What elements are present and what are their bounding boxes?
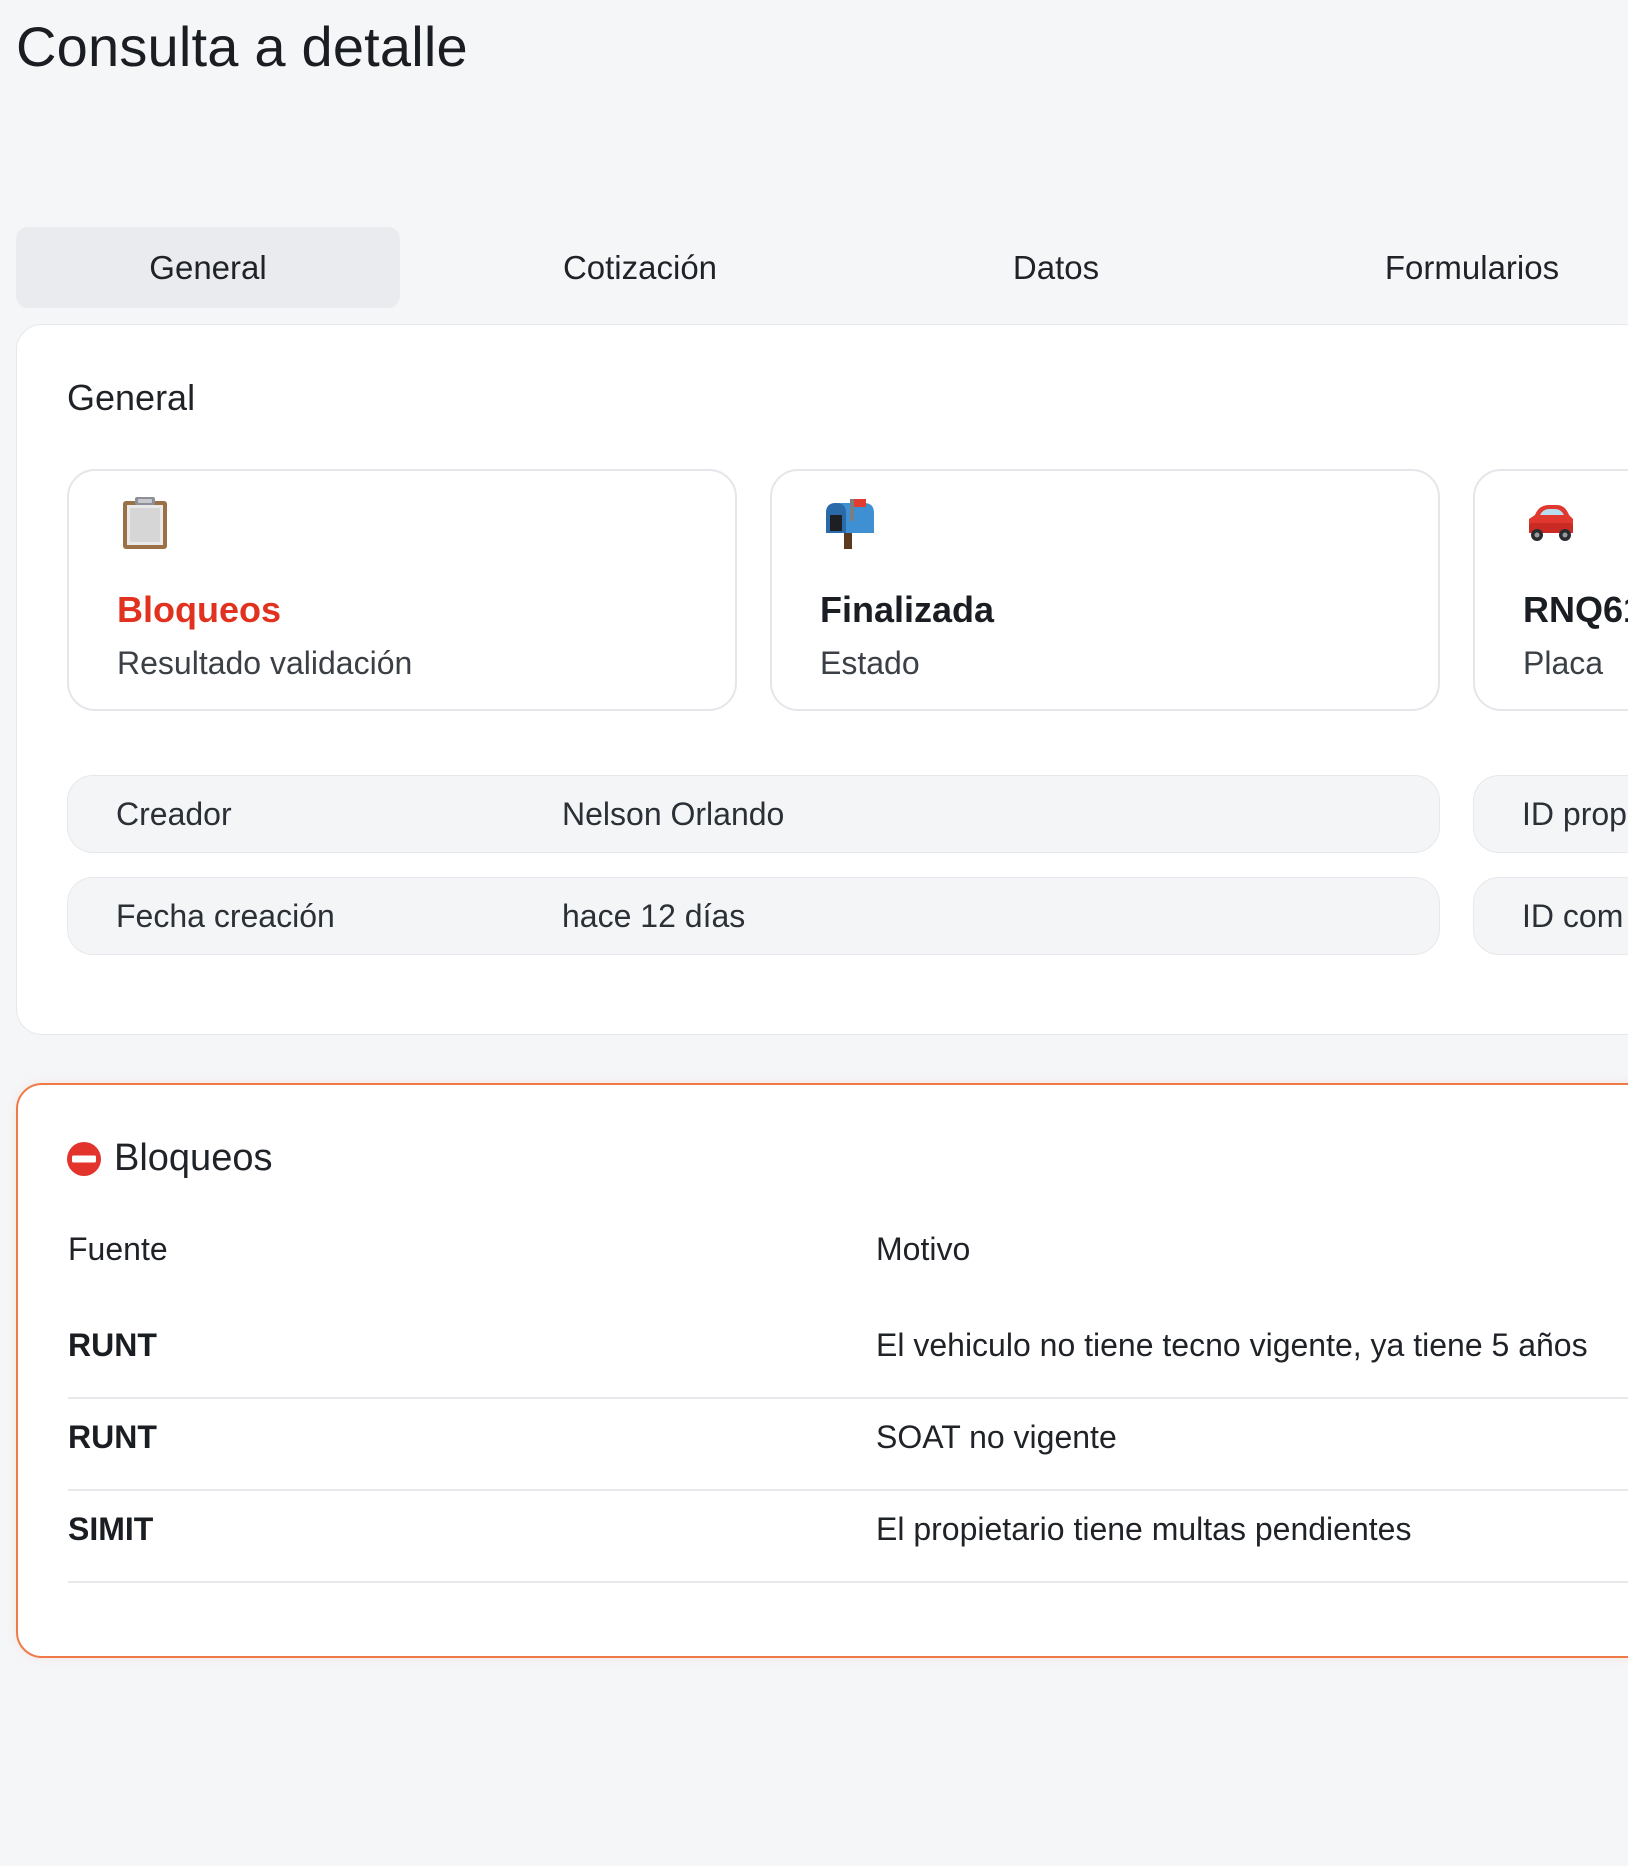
detail-row-owner-id: ID prop bbox=[1473, 775, 1628, 853]
stat-card-status: Finalizada Estado bbox=[770, 469, 1440, 711]
cell-fuente: RUNT bbox=[68, 1419, 157, 1455]
column-header-motivo: Motivo bbox=[876, 1231, 971, 1267]
cell-motivo: El vehiculo no tiene tecno vigente, ya t… bbox=[876, 1327, 1588, 1363]
detail-key: Creador bbox=[116, 796, 232, 832]
stat-label: Placa bbox=[1523, 645, 1604, 681]
general-heading: General bbox=[67, 377, 196, 418]
tab-general[interactable]: General bbox=[16, 227, 400, 308]
bloqueos-title: Bloqueos bbox=[114, 1137, 273, 1179]
table-row: RUNT El vehiculo no tiene tecno vigente,… bbox=[68, 1307, 1628, 1399]
general-card: General Bloqueos Resultado validación Fi… bbox=[16, 324, 1628, 1035]
column-header-fuente: Fuente bbox=[68, 1231, 168, 1267]
stat-label: Estado bbox=[820, 645, 920, 681]
detail-row-creator: Creador Nelson Orlando bbox=[67, 775, 1440, 853]
tab-cotizacion[interactable]: Cotización bbox=[432, 227, 848, 308]
page-title: Consulta a detalle bbox=[16, 15, 468, 78]
cell-motivo: El propietario tiene multas pendientes bbox=[876, 1511, 1412, 1547]
detail-row-created-date: Fecha creación hace 12 días bbox=[67, 877, 1440, 955]
bloqueos-heading: Bloqueos bbox=[66, 1137, 272, 1180]
stat-value: Finalizada bbox=[820, 589, 995, 630]
clipboard-icon bbox=[117, 495, 173, 551]
no-entry-icon bbox=[66, 1141, 102, 1177]
tab-bar: General Cotización Datos Formularios bbox=[16, 227, 1628, 308]
detail-row-buyer-id: ID com bbox=[1473, 877, 1628, 955]
stat-value: Bloqueos bbox=[117, 589, 282, 630]
detail-key: ID com bbox=[1522, 898, 1624, 934]
stat-label: Resultado validación bbox=[117, 645, 413, 681]
page: Consulta a detalle General Cotización Da… bbox=[0, 0, 1628, 1866]
bloqueos-card: Bloqueos Fuente Motivo RUNT El vehiculo … bbox=[16, 1083, 1628, 1658]
stat-card-plate: RNQ61 Placa bbox=[1473, 469, 1628, 711]
table-row: SIMIT El propietario tiene multas pendie… bbox=[68, 1491, 1628, 1583]
stat-value: RNQ61 bbox=[1523, 589, 1628, 630]
stat-card-validation: Bloqueos Resultado validación bbox=[67, 469, 737, 711]
tab-formularios[interactable]: Formularios bbox=[1264, 227, 1628, 308]
table-row: RUNT SOAT no vigente bbox=[68, 1399, 1628, 1491]
detail-value: hace 12 días bbox=[562, 898, 746, 934]
tab-datos[interactable]: Datos bbox=[848, 227, 1264, 308]
cell-fuente: RUNT bbox=[68, 1327, 157, 1363]
mailbox-icon bbox=[820, 495, 876, 551]
car-icon bbox=[1523, 495, 1579, 551]
detail-key: Fecha creación bbox=[116, 898, 335, 934]
cell-motivo: SOAT no vigente bbox=[876, 1419, 1117, 1455]
detail-key: ID prop bbox=[1522, 796, 1627, 832]
cell-fuente: SIMIT bbox=[68, 1511, 154, 1547]
detail-value: Nelson Orlando bbox=[562, 796, 785, 832]
